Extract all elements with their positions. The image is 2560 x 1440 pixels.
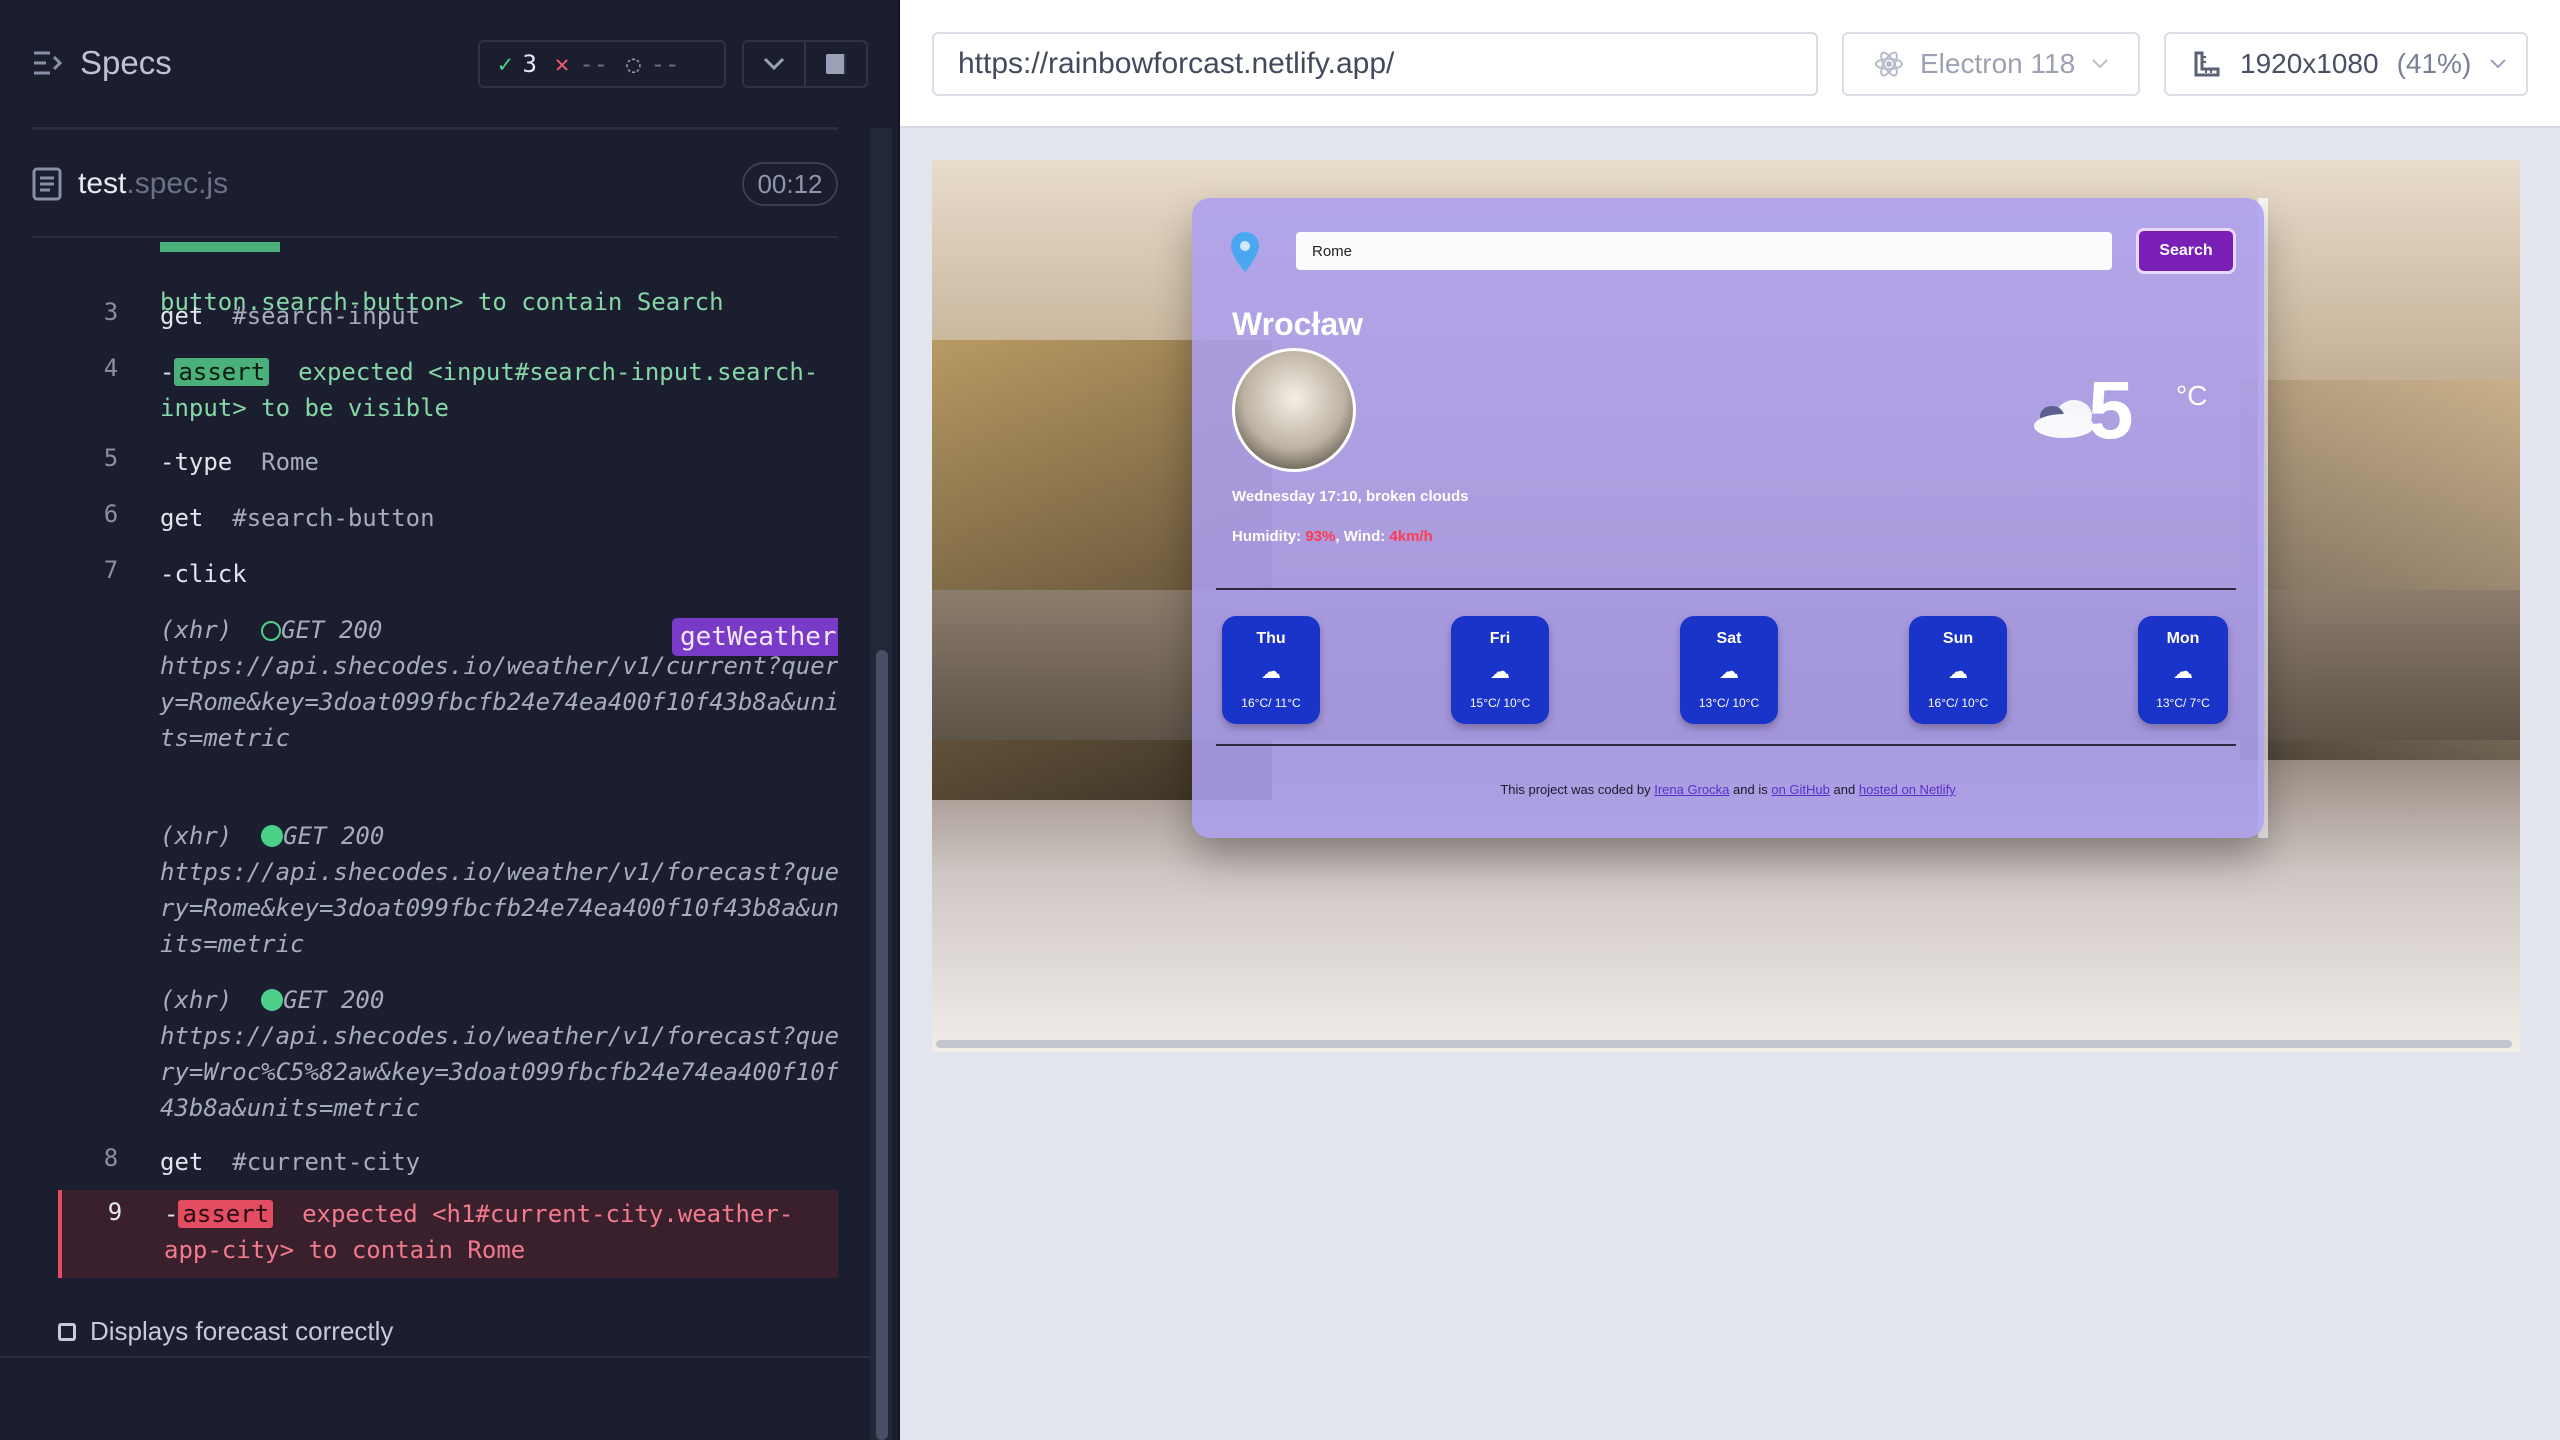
cloud-sun-icon: ☁ <box>1261 661 1281 684</box>
chevron-down-icon <box>2092 59 2108 69</box>
xhr-url: https://api.shecodes.io/weather/v1/curre… <box>160 652 838 752</box>
file-icon <box>32 167 62 201</box>
spec-file-row: test.spec.js 00:12 <box>32 158 838 210</box>
viewport-scale: (41%) <box>2396 48 2472 79</box>
netlify-link[interactable]: hosted on Netlify <box>1859 782 1956 797</box>
forecast-day: Sat ☁ 13°C/ 10°C <box>1680 616 1778 724</box>
command-name: get <box>160 504 204 532</box>
command-log: button.search-button> to contain Search … <box>58 240 838 1280</box>
current-city: Wrocław <box>1232 306 1363 342</box>
scrollbar-thumb[interactable] <box>876 650 888 1440</box>
passed-count: ✓ 3 <box>498 50 537 78</box>
suite-divider <box>0 1356 870 1358</box>
check-icon: ✓ <box>498 50 513 78</box>
aut-header: https://rainbowforcast.netlify.app/ Elec… <box>900 0 2560 128</box>
horizontal-scrollbar[interactable] <box>936 1040 2512 1048</box>
browser-name: Electron 118 <box>1920 48 2076 79</box>
app-under-test: Rome Search Wrocław 5 °C Wednesday 17:10… <box>932 160 2520 1052</box>
forecast-day: Fri ☁ 15°C/ 10°C <box>1451 616 1549 724</box>
cloud-sun-icon: ☁ <box>2173 661 2193 684</box>
city-photo <box>1232 348 1356 472</box>
success-dot-icon <box>261 825 284 847</box>
command-name: get <box>160 302 204 330</box>
electron-icon <box>1875 51 1903 77</box>
run-controls <box>742 40 868 88</box>
success-dot-icon <box>261 989 284 1011</box>
command-name: type <box>174 448 233 476</box>
temperature-value: 5 <box>2088 365 2134 456</box>
command-name: get <box>160 1148 204 1176</box>
search-button[interactable]: Search <box>2136 228 2236 274</box>
chevron-down-icon <box>2490 59 2506 69</box>
github-link[interactable]: on GitHub <box>1771 782 1830 797</box>
spec-timer: 00:12 <box>742 162 838 206</box>
ruler-icon <box>2194 51 2220 77</box>
viewport-selector[interactable]: 1920x1080 (41%) <box>2164 32 2528 96</box>
xhr-url: https://api.shecodes.io/weather/v1/forec… <box>160 858 838 958</box>
divider <box>1216 588 2236 590</box>
failed-count: ✕ -- <box>554 50 609 78</box>
weather-details: Humidity: 93%, Wind: 4km/h <box>1232 528 1433 545</box>
assert-badge: assert <box>174 358 270 386</box>
cloud-sun-icon: ☁ <box>1719 661 1739 684</box>
forecast-day: Thu ☁ 16°C/ 11°C <box>1222 616 1320 724</box>
pending-count: ◌ -- <box>626 50 680 78</box>
assert-badge: assert <box>178 1200 274 1228</box>
spinner-icon: ◌ <box>626 50 641 78</box>
command-name: click <box>174 560 247 588</box>
reporter-header: Specs ✓ 3 ✕ -- ◌ -- <box>0 0 900 130</box>
stop-button[interactable] <box>806 42 866 86</box>
header-divider <box>32 127 838 130</box>
location-pin-icon[interactable] <box>1228 230 1262 274</box>
author-link[interactable]: Irena Grocka <box>1654 782 1729 797</box>
forecast-day: Sun ☁ 16°C/ 10°C <box>1909 616 2007 724</box>
weather-card: Rome Search Wrocław 5 °C Wednesday 17:10… <box>1192 198 2264 838</box>
alias-badge: getWeather <box>672 618 838 656</box>
spec-filename: test.spec.js <box>78 167 229 200</box>
viewport-size: 1920x1080 <box>2240 48 2379 79</box>
cloud-sun-icon: ☁ <box>1948 661 1968 684</box>
cloud-sun-icon: ☁ <box>1490 661 1510 684</box>
search-input[interactable]: Rome <box>1296 232 2112 270</box>
browser-selector[interactable]: Electron 118 <box>1842 32 2140 96</box>
test-status-icon <box>58 1322 76 1341</box>
divider <box>1216 744 2236 746</box>
forecast-day: Mon ☁ 13°C/ 7°C <box>2138 616 2228 724</box>
chevron-down-icon <box>763 57 785 71</box>
humidity-value: 93% <box>1305 528 1336 545</box>
test-item[interactable]: Displays forecast correctly <box>58 1316 393 1347</box>
command-arg: Rome <box>261 448 319 476</box>
url-bar[interactable]: https://rainbowforcast.netlify.app/ <box>932 32 1818 96</box>
spec-divider <box>32 236 838 238</box>
x-icon: ✕ <box>554 50 570 78</box>
test-stats: ✓ 3 ✕ -- ◌ -- <box>478 40 726 88</box>
specs-button[interactable]: Specs <box>32 44 172 82</box>
command-arg: #search-input <box>232 302 421 330</box>
stop-icon <box>826 54 846 74</box>
command-arg: #current-city <box>232 1148 421 1176</box>
weather-description: Wednesday 17:10, broken clouds <box>1232 488 1469 505</box>
pending-circle-icon <box>261 621 282 641</box>
command-log-panel: Specs ✓ 3 ✕ -- ◌ -- test.spec.js 00:12 butt… <box>0 0 900 1440</box>
failed-command-row[interactable]: 9 - assert expected <h1#current-city.weat… <box>58 1190 838 1278</box>
xhr-url: https://api.shecodes.io/weather/v1/forec… <box>160 1022 838 1122</box>
collapse-button[interactable] <box>744 42 806 86</box>
test-title: Displays forecast correctly <box>90 1316 394 1346</box>
panel-resizer[interactable] <box>898 0 900 1440</box>
specs-list-icon <box>34 51 62 75</box>
wind-value: 4km/h <box>1389 528 1433 545</box>
footer: This project was coded by Irena Grocka a… <box>1500 782 1956 797</box>
temperature-unit[interactable]: °C <box>2176 380 2207 412</box>
specs-label: Specs <box>80 44 172 81</box>
command-arg: #search-button <box>232 504 435 532</box>
